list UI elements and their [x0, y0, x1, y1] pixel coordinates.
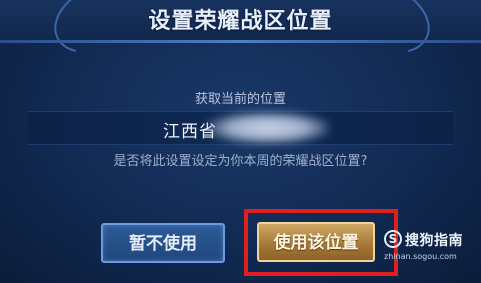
- not-now-button[interactable]: 暂不使用: [101, 223, 225, 263]
- annotation-highlight-box: [244, 209, 398, 276]
- watermark-url: zhinan.sogou.com: [384, 252, 457, 261]
- header-divider: [0, 40, 481, 43]
- confirm-question: 是否将此设置设定为你本周的荣耀战区位置?: [113, 154, 368, 169]
- dialog-header: 设置荣耀战区位置: [0, 0, 481, 67]
- watermark-text: 搜狗指南: [405, 233, 463, 249]
- location-subtitle: 获取当前的位置: [194, 92, 286, 107]
- dialog-title: 设置荣耀战区位置: [148, 9, 333, 34]
- redacted-location-blur: [208, 112, 328, 144]
- dialog: 设置荣耀战区位置 获取当前的位置 江西省 是否将此设置设定为你本周的荣耀战区位置…: [0, 0, 481, 283]
- watermark: S 搜狗指南 zhinan.sogou.com: [384, 230, 476, 270]
- sogou-logo-icon: S: [384, 230, 402, 248]
